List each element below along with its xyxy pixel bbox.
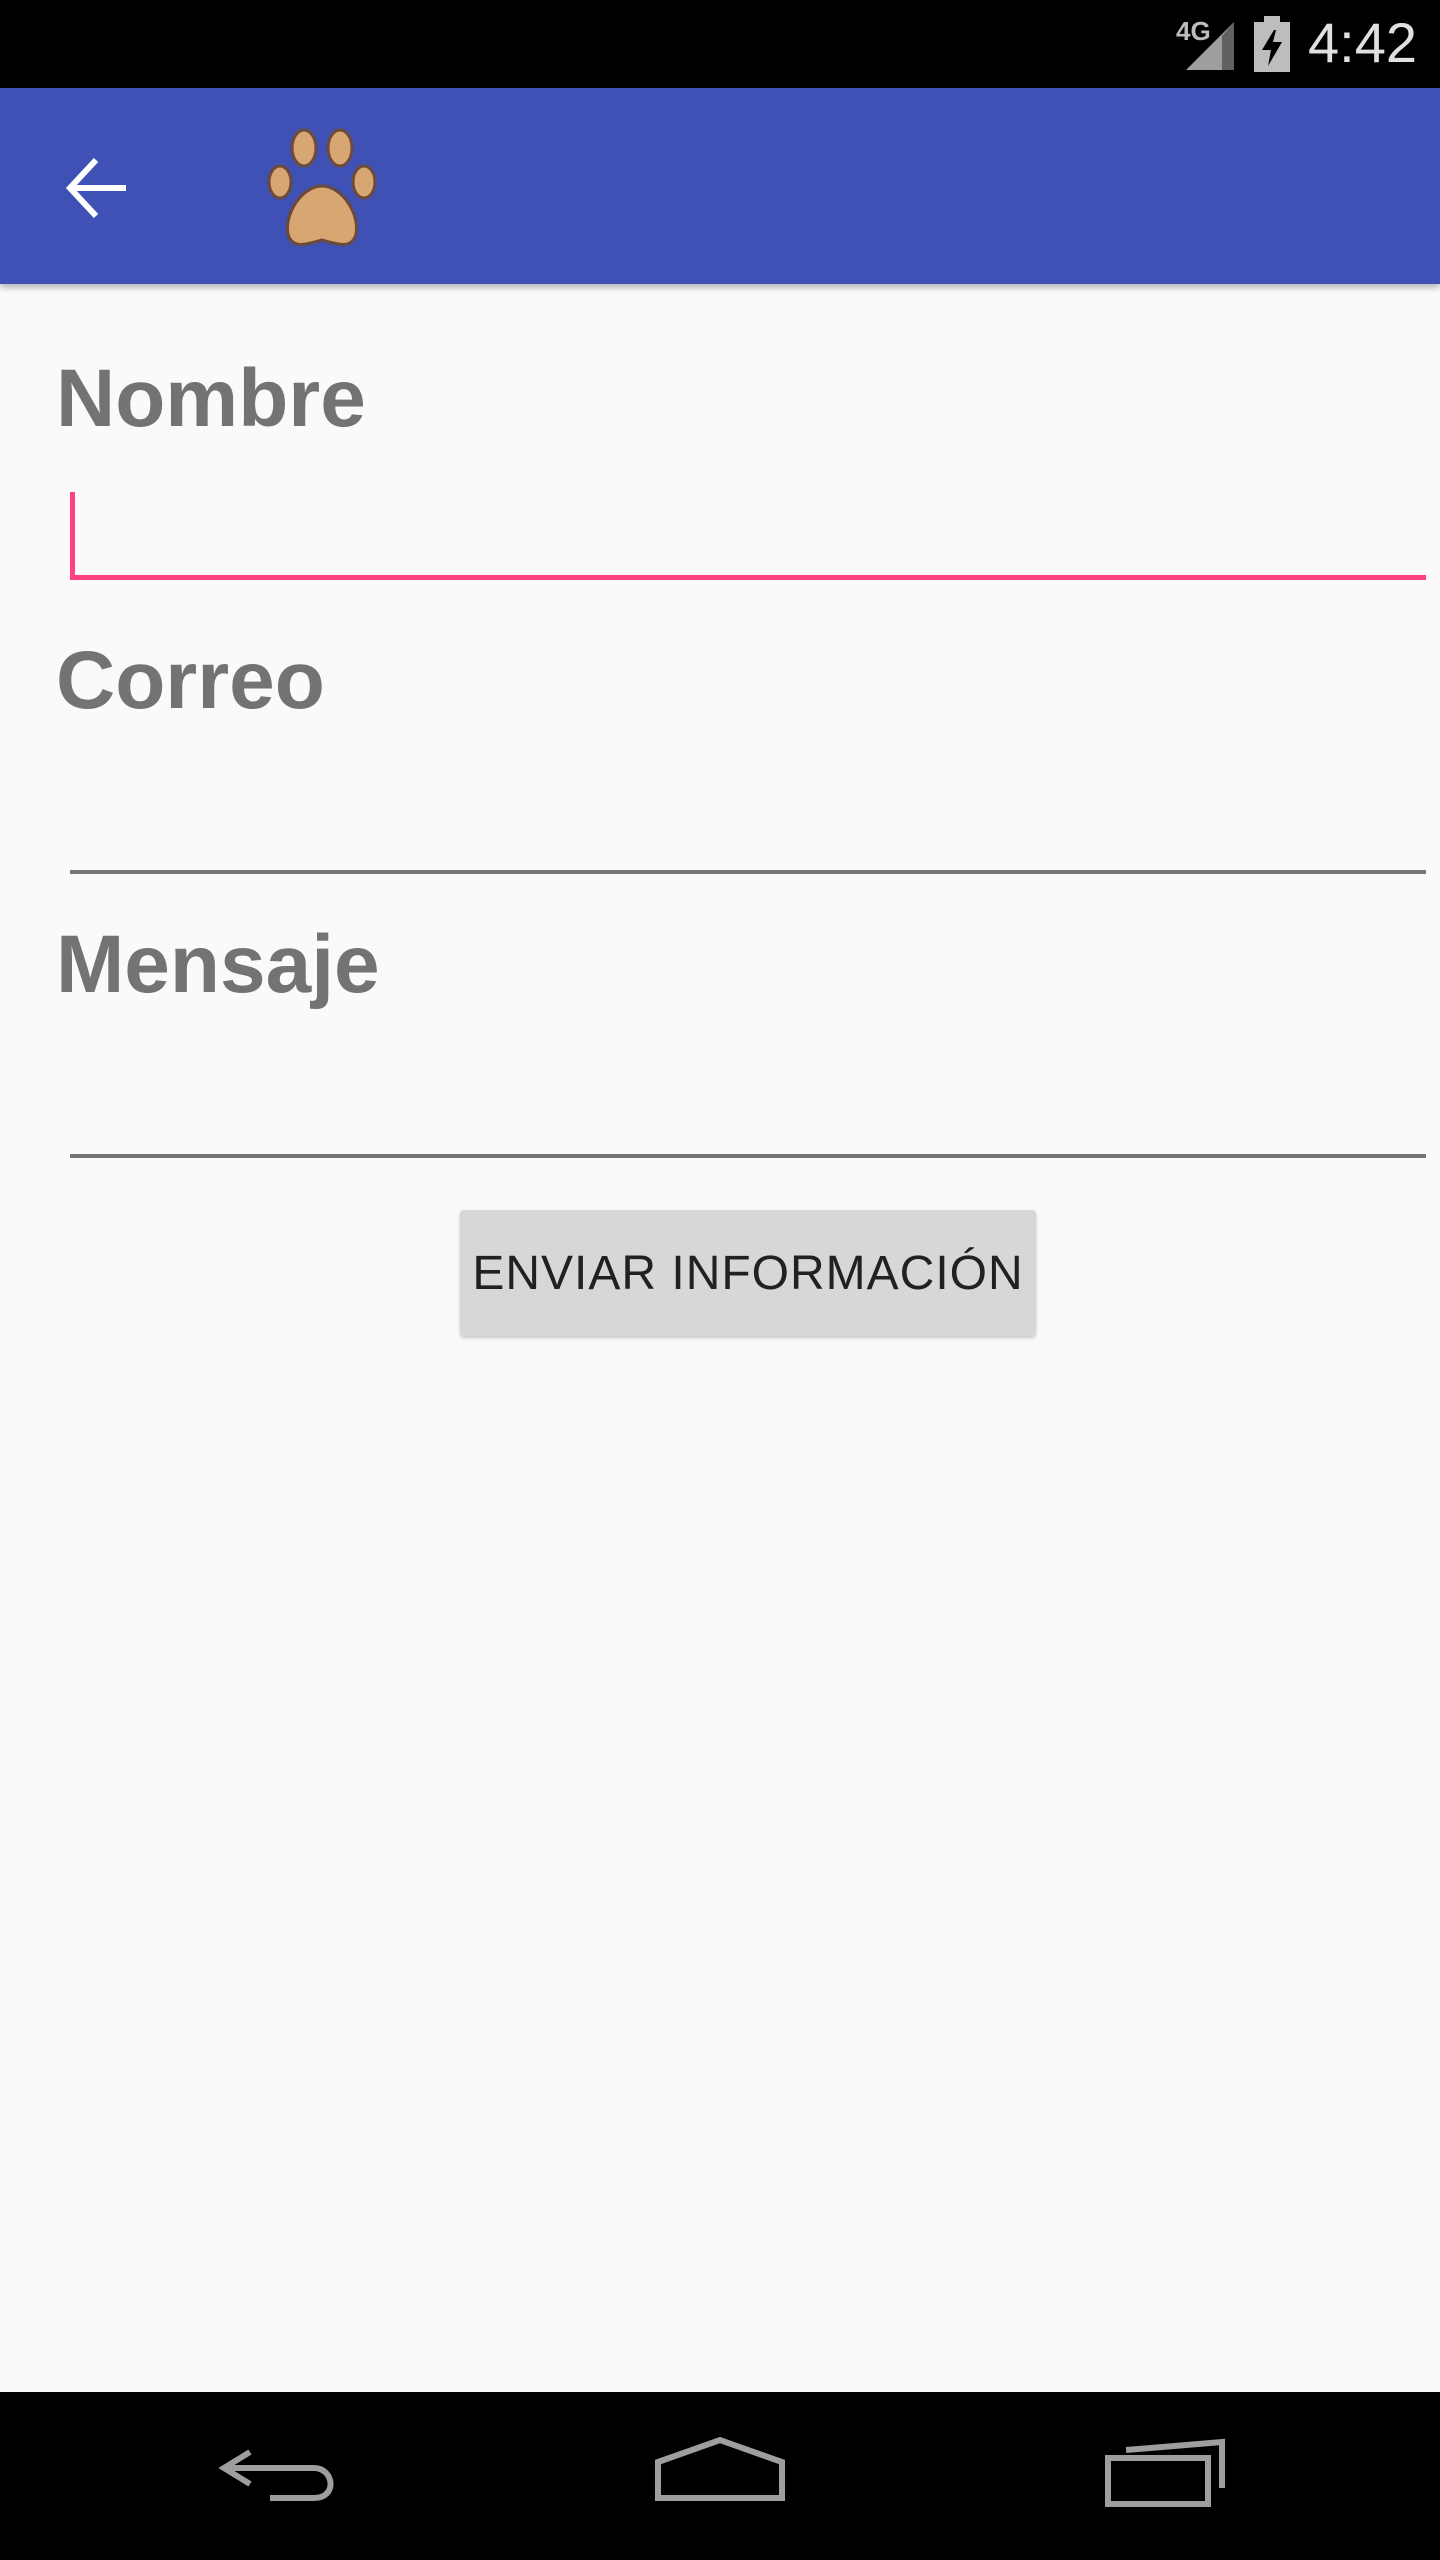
message-label: Mensaje	[56, 919, 380, 1010]
name-field[interactable]	[70, 490, 1426, 580]
home-nav-icon[interactable]	[650, 2428, 790, 2524]
navigation-bar	[0, 2392, 1440, 2560]
email-field[interactable]	[70, 784, 1426, 874]
email-label: Correo	[56, 635, 325, 726]
back-nav-icon[interactable]	[210, 2428, 350, 2524]
signal-icon	[1186, 22, 1234, 70]
message-field[interactable]	[70, 1068, 1426, 1158]
paw-icon	[267, 128, 377, 246]
battery-charging-icon	[1254, 16, 1290, 72]
app-bar	[0, 88, 1440, 284]
text-cursor	[70, 492, 75, 580]
submit-button[interactable]: ENVIAR INFORMACIÓN	[460, 1210, 1036, 1336]
name-label: Nombre	[56, 353, 366, 444]
status-bar: 4G 4:42	[0, 0, 1440, 88]
recents-nav-icon[interactable]	[1092, 2428, 1232, 2524]
arrow-left-icon[interactable]	[60, 150, 136, 226]
clock: 4:42	[1308, 11, 1417, 74]
